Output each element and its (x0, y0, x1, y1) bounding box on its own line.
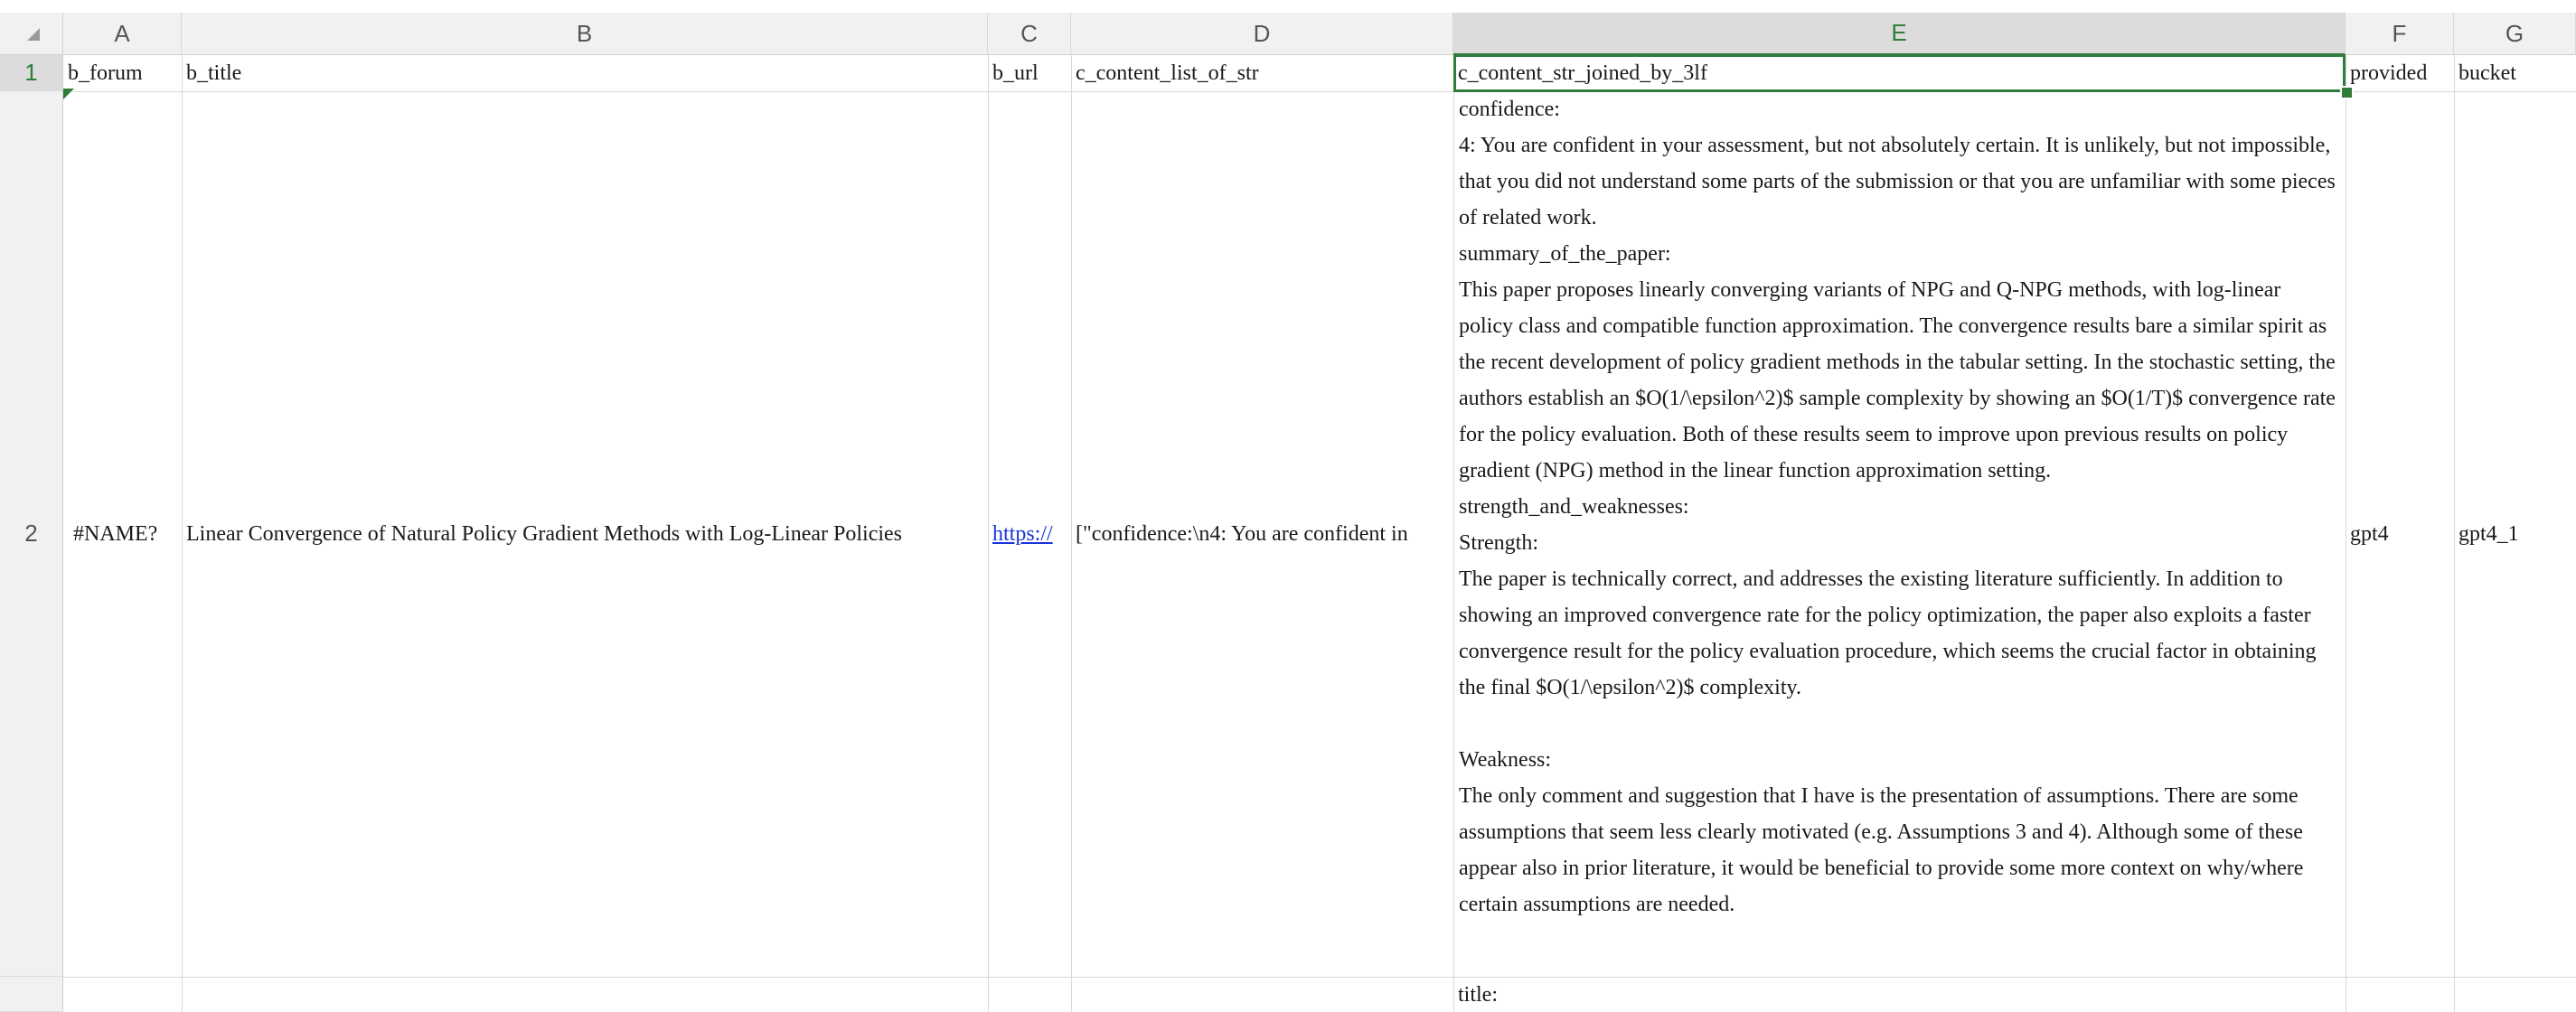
cell-g2[interactable]: gpt4_1 (2454, 516, 2576, 552)
column-header-e[interactable]: E (1453, 13, 2346, 55)
row-header-2[interactable]: 2 (0, 91, 63, 977)
column-header-d[interactable]: D (1071, 13, 1453, 55)
cell-d1[interactable]: c_content_list_of_str (1071, 55, 1453, 91)
cell-f2[interactable]: gpt4 (2346, 516, 2454, 552)
error-indicator-icon (63, 89, 74, 99)
column-header-f[interactable]: F (2346, 13, 2454, 55)
active-cell-selection (1453, 54, 2346, 92)
cell-a1[interactable]: b_forum (63, 55, 182, 91)
cell-e3[interactable]: title: (1453, 977, 2346, 1012)
cell-b2[interactable]: Linear Convergence of Natural Policy Gra… (182, 516, 988, 552)
cell-e2[interactable]: confidence: 4: You are confident in your… (1453, 91, 2344, 923)
column-header-a[interactable]: A (63, 13, 182, 55)
cell-f1[interactable]: provided (2346, 55, 2454, 91)
cell-c1[interactable]: b_url (988, 55, 1071, 91)
cell-d2[interactable]: ["confidence:\n4: You are confident in (1071, 516, 1453, 552)
select-all-icon (27, 28, 40, 41)
column-header-b[interactable]: B (182, 13, 988, 55)
cell-a2[interactable]: #NAME? (69, 516, 182, 552)
row-header-3[interactable] (0, 977, 63, 1012)
spreadsheet-grid[interactable]: A B C D E F G 1 2 b_forum b_title b_url … (0, 0, 2576, 1012)
cell-g1[interactable]: bucket (2454, 55, 2576, 91)
row-header-1[interactable]: 1 (0, 55, 63, 91)
column-header-g[interactable]: G (2454, 13, 2576, 55)
column-header-c[interactable]: C (988, 13, 1071, 55)
fill-handle[interactable] (2340, 86, 2354, 99)
cell-b1[interactable]: b_title (182, 55, 988, 91)
cell-c2-link[interactable]: https:// (988, 516, 1071, 552)
